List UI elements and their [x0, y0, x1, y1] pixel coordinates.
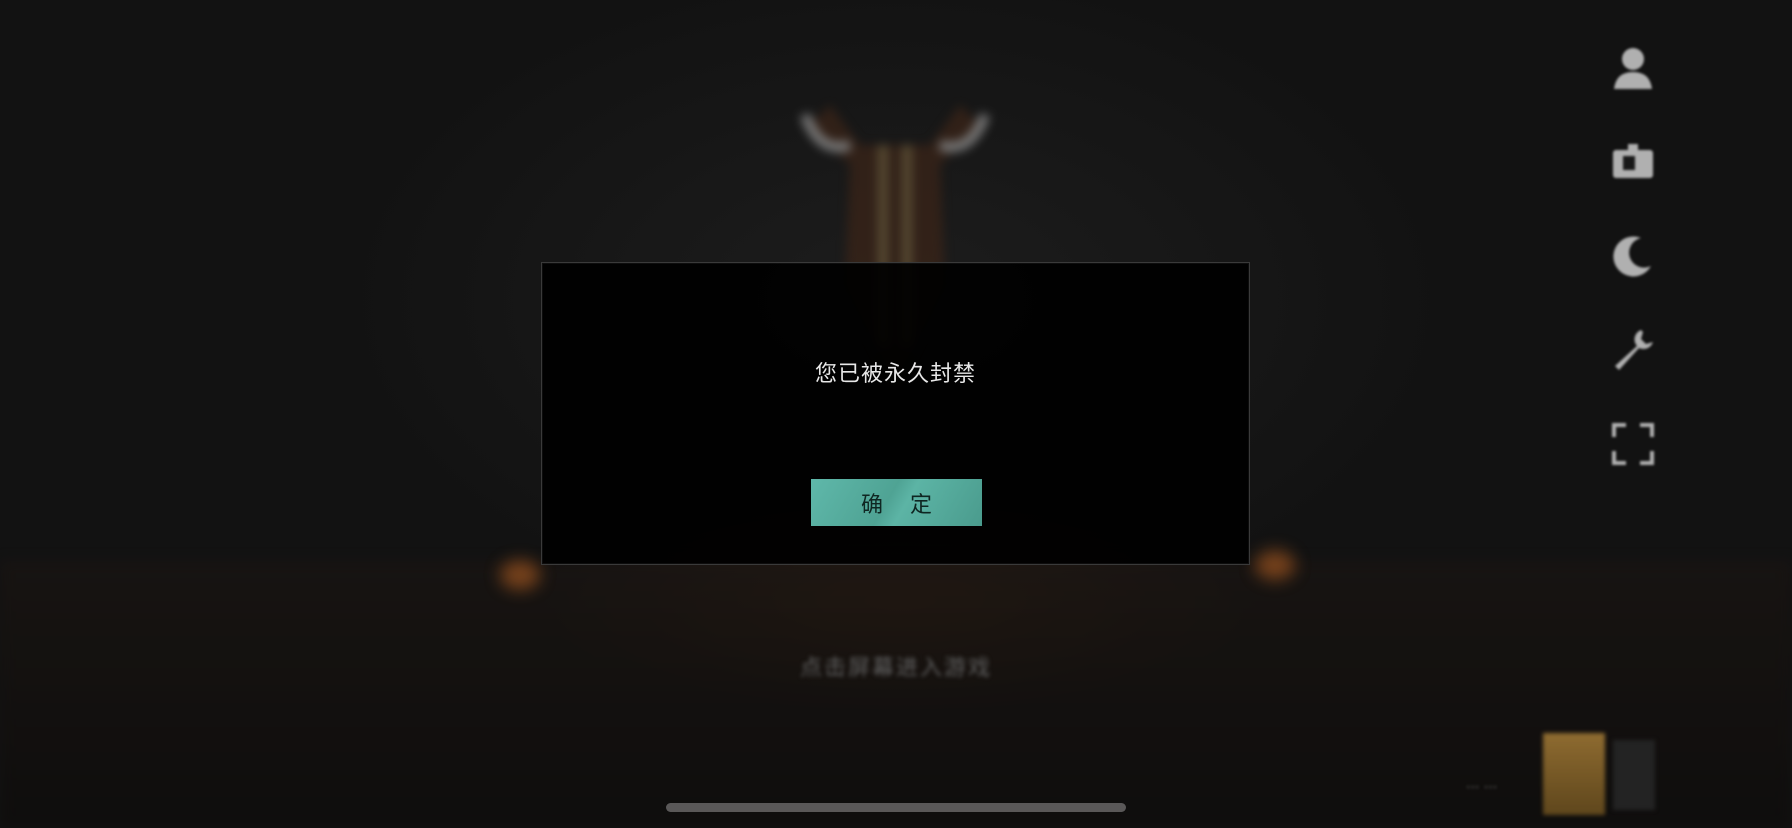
confirm-button[interactable]: 确 定	[811, 479, 982, 526]
moon-icon[interactable]	[1605, 228, 1661, 284]
ban-dialog: 您已被永久封禁 确 定	[541, 262, 1250, 565]
gift-box-icon[interactable]	[1605, 134, 1661, 190]
background-glow-left	[500, 560, 540, 590]
game-launch-screen[interactable]: 点击屏幕进入游戏 ··· ··· 您已被永久封禁 确 定	[0, 0, 1792, 828]
wrench-icon[interactable]	[1605, 322, 1661, 378]
version-label: ··· ···	[1466, 780, 1498, 796]
tap-to-enter-hint: 点击屏幕进入游戏	[799, 656, 992, 681]
dialog-message: 您已被永久封禁	[814, 362, 976, 387]
home-indicator[interactable]	[666, 803, 1126, 812]
background-glow-right	[1255, 550, 1295, 580]
promo-tile[interactable]	[1543, 733, 1605, 815]
fullscreen-icon[interactable]	[1605, 416, 1661, 472]
background-ground	[0, 560, 1792, 828]
side-menu	[1605, 40, 1661, 510]
profile-icon[interactable]	[1605, 40, 1661, 96]
secondary-tile[interactable]	[1613, 740, 1655, 810]
